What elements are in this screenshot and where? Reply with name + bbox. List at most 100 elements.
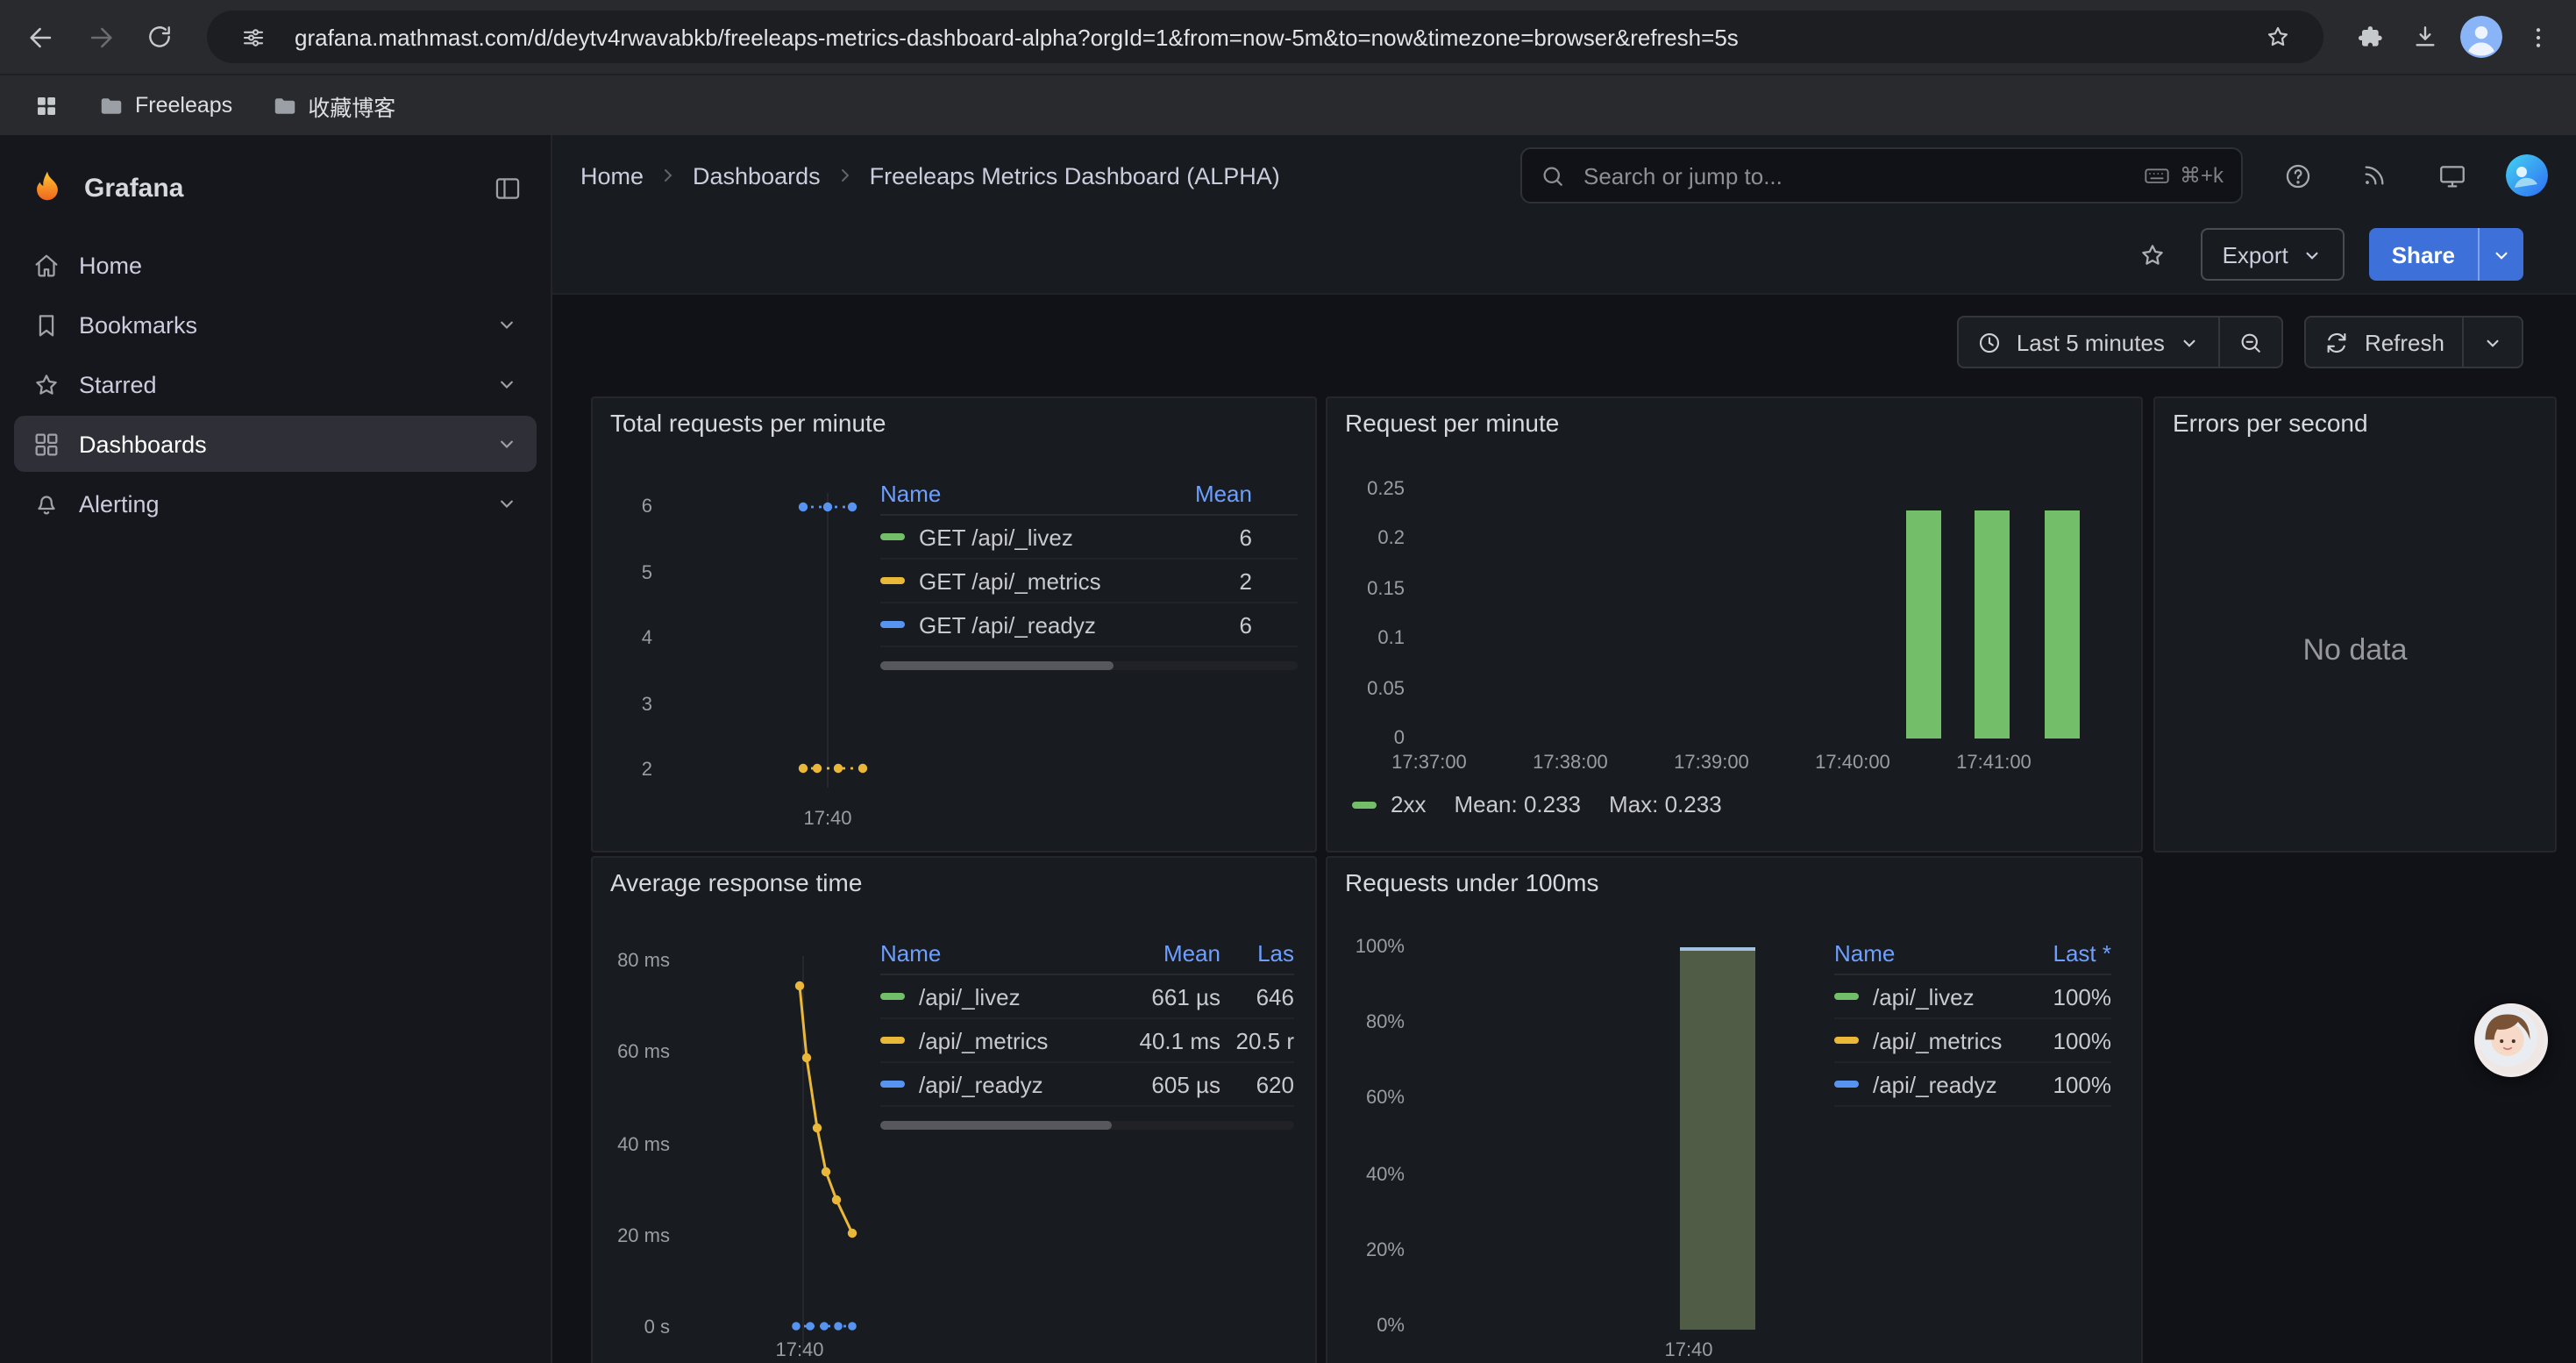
sidebar-item-home[interactable]: Home	[14, 237, 537, 293]
panel-title[interactable]: Errors per second	[2155, 398, 2555, 437]
series-name[interactable]: /api/_readyz	[919, 1071, 1108, 1097]
x-axis-tick: 17:40	[775, 809, 880, 830]
search-shortcut-label: ⌘+k	[2180, 163, 2224, 188]
scrollbar-thumb[interactable]	[880, 1121, 1112, 1130]
panel-request-per-minute[interactable]: Request per minute 0.25 0.2 0.15 0.1 0.0…	[1326, 396, 2143, 853]
legend-scrollbar[interactable]	[880, 1121, 1294, 1130]
extensions-icon[interactable]	[2345, 12, 2394, 61]
chevron-down-icon[interactable]	[495, 491, 519, 516]
search-icon	[1540, 162, 1566, 189]
time-range-picker[interactable]: Last 5 minutes	[1957, 316, 2221, 368]
share-button[interactable]: Share	[2369, 228, 2523, 281]
series-name[interactable]: GET /api/_readyz	[919, 611, 1101, 638]
panel-errors-per-second[interactable]: Errors per second No data	[2153, 396, 2557, 853]
help-icon[interactable]	[2274, 153, 2320, 198]
legend-header: Name Last *	[1834, 931, 2111, 975]
zoom-out-button[interactable]	[2221, 316, 2284, 368]
monitor-icon[interactable]	[2429, 153, 2474, 198]
panel-title[interactable]: Requests under 100ms	[1327, 858, 2141, 896]
favorite-star-icon[interactable]	[2128, 230, 2177, 279]
legend-row[interactable]: /api/_livez 100%	[1834, 975, 2111, 1019]
url-bar[interactable]: grafana.mathmast.com/d/deytv4rwavabkb/fr…	[207, 11, 2323, 63]
share-menu-caret[interactable]	[2478, 228, 2523, 281]
bookmark-label: Freeleaps	[135, 93, 232, 118]
legend-row[interactable]: /api/_metrics 40.1 ms 20.5 r	[880, 1019, 1294, 1063]
sidebar-item-starred[interactable]: Starred	[14, 356, 537, 412]
legend-row[interactable]: /api/_readyz 605 µs 620	[880, 1063, 1294, 1107]
legend-col-name[interactable]: Name	[1834, 939, 2024, 966]
panel-total-requests[interactable]: Total requests per minute 6 5 4 3 2	[591, 396, 1317, 853]
browser-profile-avatar[interactable]	[2460, 16, 2502, 58]
bookmark-star-icon[interactable]	[2253, 12, 2302, 61]
legend-row[interactable]: GET /api/_metrics 2	[880, 560, 1298, 603]
series-name[interactable]: GET /api/_livez	[919, 524, 1101, 550]
legend-table: Name Mean Las /api/_livez 661 µs 646	[880, 931, 1294, 1130]
apps-grid-icon[interactable]	[21, 81, 70, 130]
legend-row[interactable]: GET /api/_livez 6	[880, 516, 1298, 560]
refresh-interval-caret[interactable]	[2464, 316, 2523, 368]
legend-row[interactable]: /api/_readyz 100%	[1834, 1063, 2111, 1107]
panel-avg-response-time[interactable]: Average response time 80 ms 60 ms 40 ms …	[591, 856, 1317, 1363]
reload-button[interactable]	[133, 11, 186, 63]
legend-item-2xx[interactable]: 2xx	[1352, 791, 1426, 817]
export-button[interactable]: Export	[2202, 228, 2345, 281]
user-avatar[interactable]	[2506, 154, 2548, 196]
forward-button[interactable]	[74, 11, 126, 63]
bar-2xx[interactable]	[1906, 510, 1941, 739]
scrollbar-thumb[interactable]	[880, 661, 1114, 670]
sidebar-item-dashboards[interactable]: Dashboards	[14, 416, 537, 472]
panel-title[interactable]: Total requests per minute	[593, 398, 1315, 437]
legend-row[interactable]: /api/_metrics 100%	[1834, 1019, 2111, 1063]
panel-title[interactable]: Average response time	[593, 858, 1315, 896]
breadcrumb-dashboards[interactable]: Dashboards	[693, 162, 821, 189]
axis-tick: 4	[642, 624, 652, 653]
refresh-button[interactable]: Refresh	[2305, 316, 2464, 368]
legend-col-mean[interactable]: Mean	[1108, 939, 1220, 966]
legend-col-last[interactable]: Las	[1220, 939, 1294, 966]
browser-menu-icon[interactable]	[2513, 12, 2562, 61]
share-label[interactable]: Share	[2369, 228, 2478, 281]
legend-scrollbar[interactable]	[880, 661, 1298, 670]
legend-col-last[interactable]: Last *	[2024, 939, 2111, 966]
legend-header: Name Mean Las	[880, 931, 1294, 975]
series-name[interactable]: /api/_metrics	[919, 1027, 1108, 1053]
legend-row[interactable]: GET /api/_readyz 6	[880, 603, 1298, 647]
search-input[interactable]	[1580, 161, 2129, 190]
legend-col-name[interactable]: Name	[880, 480, 1101, 506]
axis-tick: 17:37:00	[1380, 753, 1478, 774]
legend-col-mean[interactable]: Mean	[1101, 480, 1298, 506]
bookmark-label: 收藏博客	[308, 89, 395, 122]
legend-row[interactable]: /api/_livez 661 µs 646	[880, 975, 1294, 1019]
chevron-down-icon[interactable]	[495, 312, 519, 337]
rss-news-icon[interactable]	[2352, 153, 2397, 198]
back-button[interactable]	[14, 11, 67, 63]
series-name[interactable]: /api/_readyz	[1873, 1071, 2024, 1097]
bookmark-item-blog[interactable]: 收藏博客	[260, 83, 406, 127]
bar-under-100ms[interactable]	[1680, 947, 1755, 1330]
brand-row: Grafana	[14, 153, 537, 223]
assistant-avatar[interactable]	[2474, 1003, 2548, 1077]
legend-col-name[interactable]: Name	[880, 939, 1108, 966]
breadcrumb-home[interactable]: Home	[580, 162, 644, 189]
axis-tick: 0.1	[1377, 624, 1405, 653]
chevron-down-icon[interactable]	[495, 372, 519, 396]
series-name[interactable]: /api/_metrics	[1873, 1027, 2024, 1053]
y-axis: 0.25 0.2 0.15 0.1 0.05 0	[1338, 475, 1405, 753]
series-name[interactable]: 2xx	[1391, 791, 1426, 817]
sidebar-item-alerting[interactable]: Alerting	[14, 475, 537, 532]
search-box[interactable]: ⌘+k	[1520, 147, 2243, 203]
bar-2xx[interactable]	[1975, 510, 2010, 739]
bookmark-item-freeleaps[interactable]: Freeleaps	[88, 87, 243, 124]
chevron-down-icon[interactable]	[495, 432, 519, 456]
series-name[interactable]: /api/_livez	[1873, 983, 2024, 1010]
dock-sidebar-icon[interactable]	[493, 173, 523, 203]
panel-under-100ms[interactable]: Requests under 100ms 100% 80% 60% 40% 20…	[1326, 856, 2143, 1363]
panel-title[interactable]: Request per minute	[1327, 398, 2141, 437]
series-name[interactable]: /api/_livez	[919, 983, 1108, 1010]
sidebar-item-bookmarks[interactable]: Bookmarks	[14, 296, 537, 353]
url-text[interactable]: grafana.mathmast.com/d/deytv4rwavabkb/fr…	[295, 24, 2236, 50]
bar-2xx[interactable]	[2045, 510, 2080, 739]
downloads-icon[interactable]	[2401, 12, 2450, 61]
site-settings-icon[interactable]	[228, 12, 277, 61]
series-name[interactable]: GET /api/_metrics	[919, 567, 1101, 594]
